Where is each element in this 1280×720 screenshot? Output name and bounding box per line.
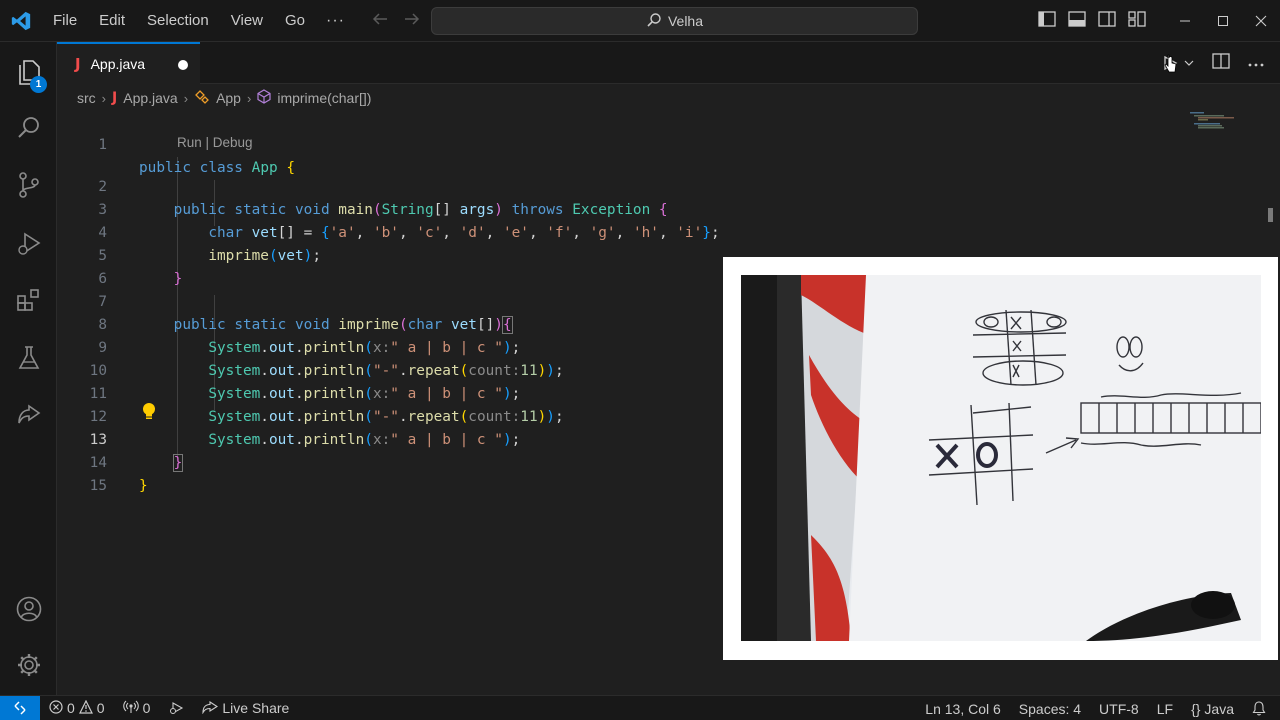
more-actions-icon[interactable]: [1248, 54, 1264, 72]
workspace-name: Velha: [667, 13, 704, 29]
live-share-arrow-icon: [202, 700, 219, 717]
search-icon: [646, 12, 662, 31]
java-file-icon: J: [75, 55, 81, 73]
split-editor-icon[interactable]: [1212, 52, 1230, 74]
language-label: Java: [1204, 700, 1234, 717]
breadcrumb-folder[interactable]: src: [77, 90, 96, 106]
end-of-line[interactable]: LF: [1148, 696, 1182, 720]
menu-go[interactable]: Go: [274, 0, 316, 42]
java-file-icon: J: [112, 90, 118, 106]
code-line: 4 imprime(vet);: [57, 199, 1280, 264]
webcam-photo: [741, 275, 1261, 641]
testing-flask-icon[interactable]: [0, 334, 57, 382]
back-arrow-icon[interactable]: [371, 10, 389, 31]
title-bar: File Edit Selection View Go ··· Velha: [0, 0, 1280, 42]
title-bar-right: [1038, 0, 1280, 42]
menu-bar: File Edit Selection View Go ···: [42, 0, 355, 42]
menu-more-button[interactable]: ···: [316, 12, 355, 30]
warning-count: 0: [96, 700, 105, 716]
language-mode[interactable]: {} Java: [1182, 696, 1243, 720]
breadcrumb: src › J App.java › App › imprime(char[]): [77, 86, 371, 110]
codelens-run-debug[interactable]: Run | Debug: [177, 135, 253, 150]
live-share-button[interactable]: Live Share: [193, 696, 298, 720]
error-icon: [49, 699, 63, 717]
cursor-position[interactable]: Ln 13, Col 6: [916, 696, 1010, 720]
mouse-cursor-icon: [1164, 54, 1178, 79]
source-control-icon[interactable]: [0, 161, 57, 209]
code-line: 1 public class App {: [57, 111, 1280, 176]
unsaved-dot-icon[interactable]: [178, 60, 188, 70]
chevron-right-icon: ›: [183, 90, 189, 106]
code-line: 3 char vet[] = {'a', 'b', 'c', 'd', 'e',…: [57, 176, 1280, 241]
forward-arrow-icon[interactable]: [403, 10, 421, 31]
navigation-arrows: [371, 10, 421, 31]
chevron-right-icon: ›: [246, 90, 252, 106]
menu-view[interactable]: View: [220, 0, 274, 42]
settings-gear-icon[interactable]: [0, 641, 57, 689]
command-center-search[interactable]: Velha: [431, 7, 918, 35]
maximize-window-icon[interactable]: [1204, 0, 1242, 42]
menu-edit[interactable]: Edit: [88, 0, 136, 42]
status-bar: 0 0 0 Live Share Ln 13, Col 6 Spaces: 4 …: [0, 695, 1280, 720]
menu-selection[interactable]: Selection: [136, 0, 220, 42]
toggle-panel-icon[interactable]: [1068, 10, 1086, 32]
customize-layout-icon[interactable]: [1128, 10, 1146, 32]
remote-indicator-icon[interactable]: [0, 695, 40, 720]
status-bar-right: Ln 13, Col 6 Spaces: 4 UTF-8 LF {} Java: [916, 696, 1280, 720]
activity-bar: 1: [0, 42, 57, 695]
accounts-icon[interactable]: [0, 585, 57, 633]
minimize-window-icon[interactable]: [1166, 0, 1204, 42]
chevron-down-icon: [1184, 60, 1194, 66]
explorer-badge: 1: [30, 76, 47, 93]
encoding[interactable]: UTF-8: [1090, 696, 1148, 720]
webcam-overlay: [723, 257, 1278, 660]
breadcrumb-file[interactable]: App.java: [123, 90, 177, 106]
lightbulb-icon[interactable]: [141, 402, 157, 427]
scrollbar-thumb[interactable]: [1268, 208, 1273, 222]
explorer-icon[interactable]: 1: [0, 48, 57, 96]
run-and-debug-icon[interactable]: [0, 219, 57, 267]
method-symbol-icon: [257, 89, 271, 107]
debug-status-icon[interactable]: [159, 696, 193, 720]
code-line: 2 public static void main(String[] args)…: [57, 153, 1280, 218]
tab-app-java[interactable]: J App.java: [57, 42, 200, 84]
warning-icon: [78, 699, 93, 717]
extensions-icon[interactable]: [0, 276, 57, 324]
vscode-logo-icon: [0, 0, 42, 42]
code-line: 5 }: [57, 222, 1280, 287]
chevron-right-icon: ›: [101, 90, 107, 106]
breadcrumb-class[interactable]: App: [216, 90, 241, 106]
toggle-primary-sidebar-icon[interactable]: [1038, 10, 1056, 32]
ports-count: 0: [142, 700, 151, 716]
code-text: }: [139, 478, 148, 494]
close-window-icon[interactable]: [1242, 0, 1280, 42]
line-number: 15: [89, 478, 107, 494]
notifications-bell-icon[interactable]: [1243, 696, 1280, 720]
minimap[interactable]: [1190, 111, 1234, 131]
toggle-secondary-sidebar-icon[interactable]: [1098, 10, 1116, 32]
editor-tabs: J App.java: [57, 42, 1280, 84]
indentation[interactable]: Spaces: 4: [1010, 696, 1090, 720]
menu-file[interactable]: File: [42, 0, 88, 42]
breadcrumb-method[interactable]: imprime(char[]): [277, 90, 371, 106]
class-symbol-icon: [194, 89, 210, 107]
ports-indicator[interactable]: 0: [114, 696, 160, 720]
search-view-icon[interactable]: [0, 104, 57, 152]
problems-indicator[interactable]: 0 0: [40, 696, 114, 720]
live-share-icon[interactable]: [0, 391, 57, 439]
braces-icon: {}: [1191, 700, 1201, 717]
layout-controls: [1038, 10, 1146, 32]
broadcast-icon: [122, 700, 139, 717]
live-share-label: Live Share: [222, 700, 290, 716]
error-count: 0: [67, 700, 75, 716]
tab-label: App.java: [90, 56, 146, 72]
